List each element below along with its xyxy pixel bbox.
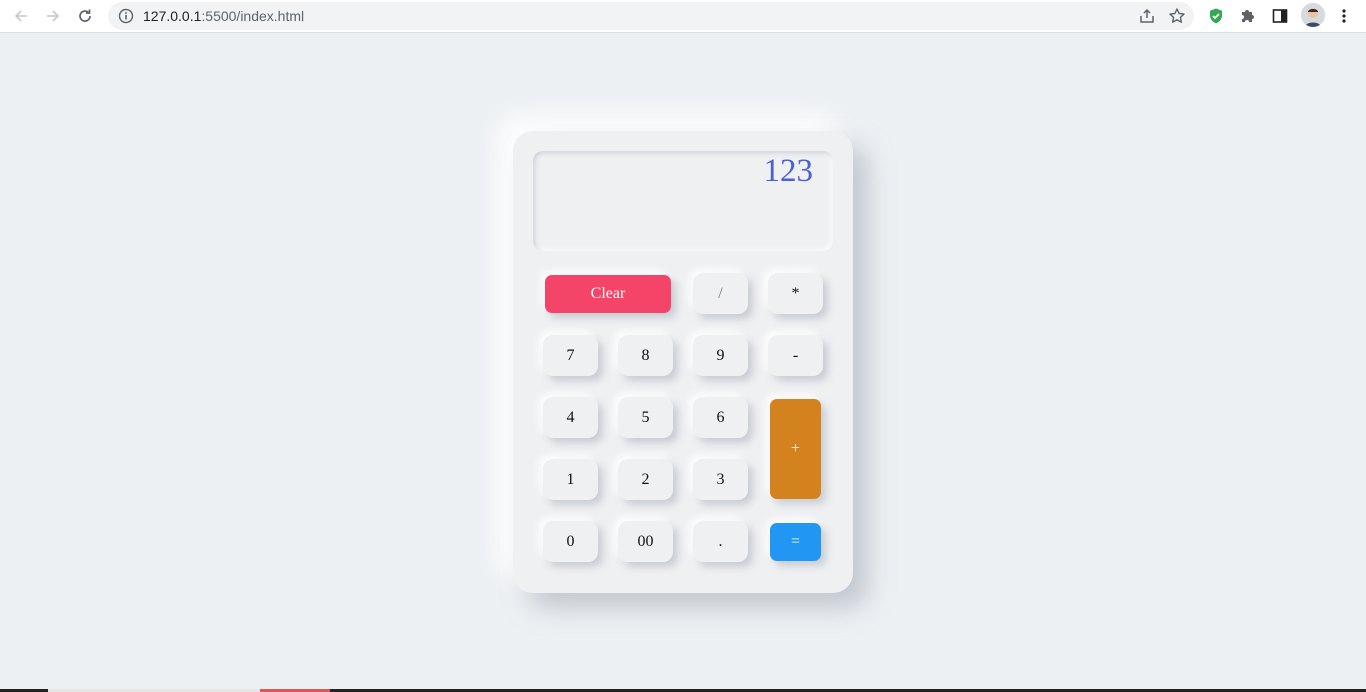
double-zero-button[interactable]: 00 xyxy=(618,521,673,562)
divide-button[interactable]: / xyxy=(693,273,748,314)
menu-button[interactable] xyxy=(1331,3,1357,29)
reload-button[interactable] xyxy=(72,3,98,29)
puzzle-icon xyxy=(1242,10,1254,22)
calculator: 123 Clear / * 7 8 9 - 4 5 6 + 1 2 3 0 00… xyxy=(513,131,853,593)
back-button[interactable] xyxy=(8,3,34,29)
clear-button[interactable]: Clear xyxy=(545,275,671,313)
profile-avatar-icon xyxy=(1301,3,1325,27)
side-panel-button[interactable] xyxy=(1267,3,1293,29)
equals-button[interactable]: = xyxy=(770,523,821,561)
digit-8-button[interactable]: 8 xyxy=(618,335,673,376)
url-text[interactable]: 127.0.0.1:5500/index.html xyxy=(143,8,304,24)
digit-3-button[interactable]: 3 xyxy=(693,459,748,500)
digit-0-button[interactable]: 0 xyxy=(543,521,598,562)
avatar[interactable] xyxy=(1301,3,1325,27)
display-value: 123 xyxy=(763,153,814,189)
extension-shield-button[interactable] xyxy=(1203,3,1229,29)
digit-2-button[interactable]: 2 xyxy=(618,459,673,500)
digit-7-button[interactable]: 7 xyxy=(543,335,598,376)
digit-1-button[interactable]: 1 xyxy=(543,459,598,500)
arrow-left-icon xyxy=(14,10,27,22)
url-host: 127.0.0.1 xyxy=(143,8,202,24)
share-icon[interactable] xyxy=(1138,7,1156,25)
digit-9-button[interactable]: 9 xyxy=(693,335,748,376)
digit-5-button[interactable]: 5 xyxy=(618,397,673,438)
shield-check-icon xyxy=(1210,8,1222,24)
forward-button[interactable] xyxy=(40,3,66,29)
calculator-display: 123 xyxy=(533,151,833,251)
minus-button[interactable]: - xyxy=(768,335,823,376)
info-icon[interactable] xyxy=(118,8,134,24)
arrow-right-icon xyxy=(47,10,60,22)
plus-button[interactable]: + xyxy=(770,399,821,499)
address-bar[interactable]: 127.0.0.1:5500/index.html xyxy=(108,2,1194,30)
side-panel-icon xyxy=(1272,9,1288,23)
digit-6-button[interactable]: 6 xyxy=(693,397,748,438)
multiply-button[interactable]: * xyxy=(768,273,823,314)
url-path: :5500/index.html xyxy=(201,8,305,24)
decimal-point-button[interactable]: . xyxy=(693,521,748,562)
star-icon[interactable] xyxy=(1168,7,1186,25)
more-vert-icon xyxy=(1342,9,1346,23)
browser-toolbar: 127.0.0.1:5500/index.html xyxy=(0,0,1366,33)
digit-4-button[interactable]: 4 xyxy=(543,397,598,438)
extensions-button[interactable] xyxy=(1235,3,1261,29)
reload-icon xyxy=(79,9,91,22)
